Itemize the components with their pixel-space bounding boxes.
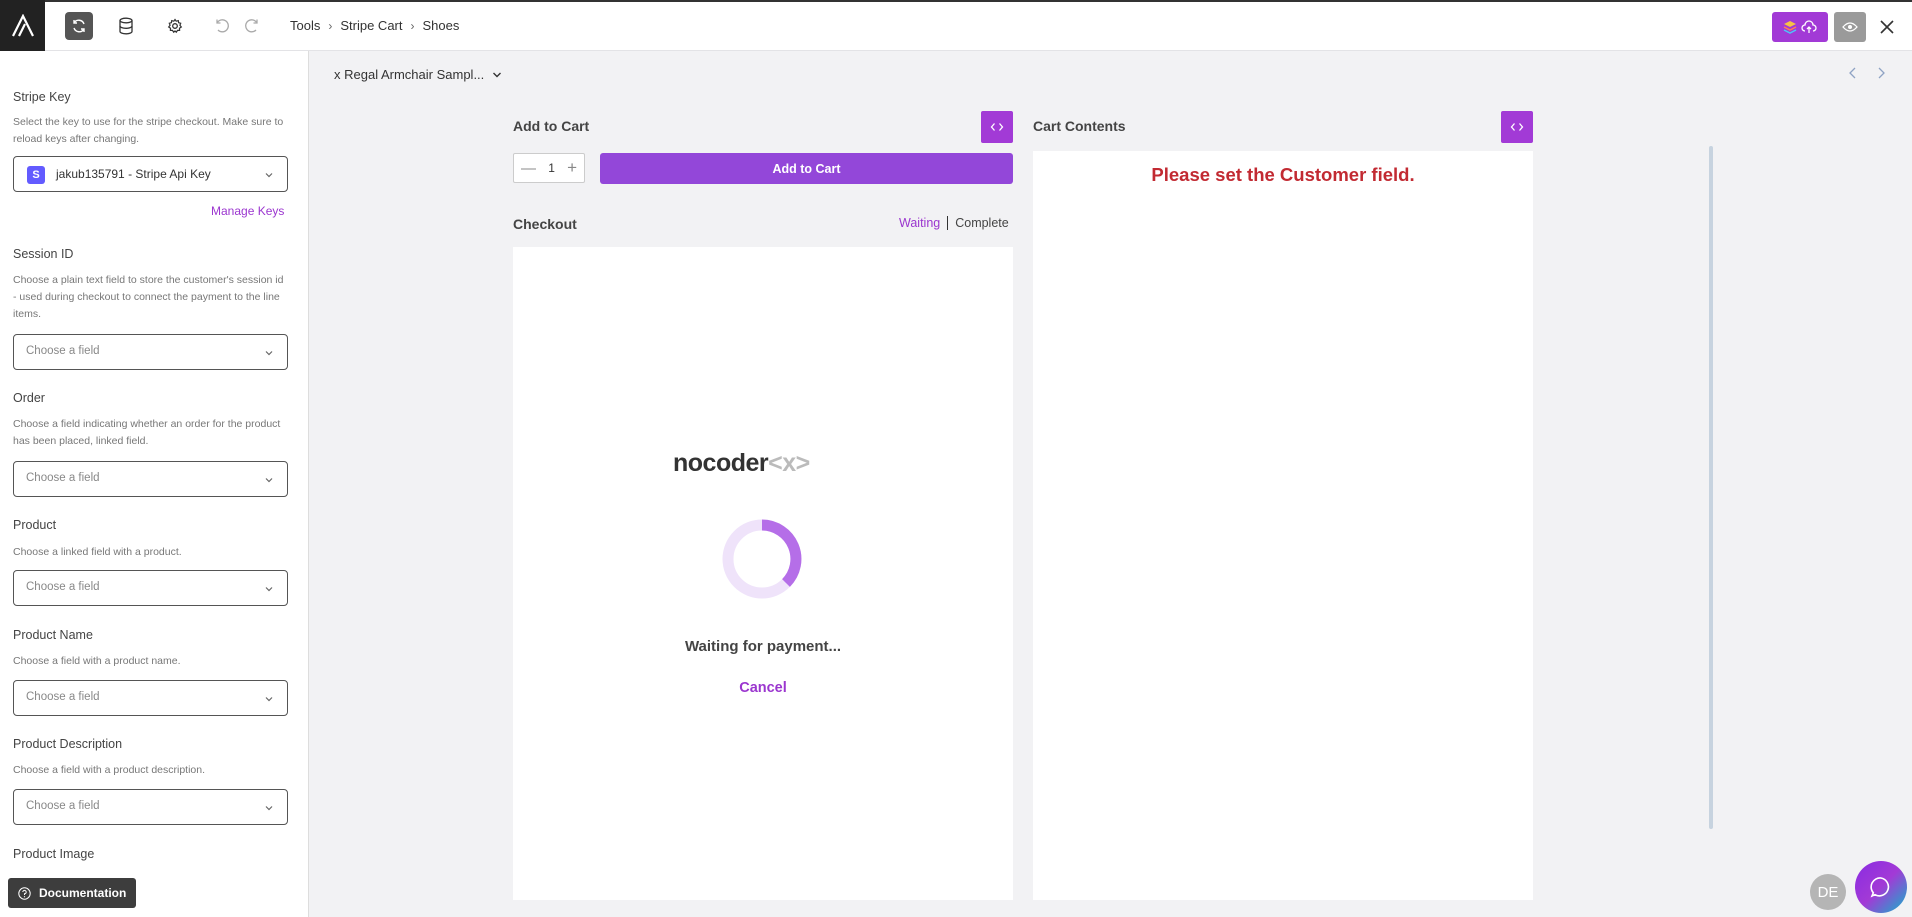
cart-error-message: Please set the Customer field. [1151, 164, 1415, 185]
manage-keys-link[interactable]: Manage Keys [211, 204, 284, 218]
order-select[interactable]: Choose a field [13, 461, 288, 497]
quantity-value: 1 [548, 161, 555, 175]
order-placeholder: Choose a field [26, 472, 100, 484]
settings-sidebar: Stripe Key Select the key to use for the… [0, 51, 309, 917]
chat-button[interactable] [1855, 861, 1907, 913]
product-name-placeholder: Choose a field [26, 691, 100, 703]
chevron-down-icon [493, 72, 502, 77]
app-logo[interactable] [0, 0, 45, 52]
product-description-description: Choose a field with a product descriptio… [13, 764, 206, 776]
chevron-right-icon: › [410, 18, 415, 33]
main-scrollbar[interactable] [1709, 146, 1713, 829]
record-selector[interactable]: x Regal Armchair Sampl... [334, 67, 502, 82]
product-name-label: Product Name [13, 628, 93, 642]
stripe-key-select[interactable]: S jakub135791 - Stripe Api Key [13, 156, 288, 192]
stripe-key-description: Select the key to use for the stripe che… [13, 116, 284, 145]
stripe-key-value: jakub135791 - Stripe Api Key [56, 167, 211, 181]
session-id-placeholder: Choose a field [26, 345, 100, 357]
gear-icon [167, 18, 183, 34]
cart-contents-code-button[interactable] [1501, 111, 1533, 143]
breadcrumb: Tools › Stripe Cart › Shoes [290, 18, 459, 33]
breadcrumb-stripe-cart[interactable]: Stripe Cart [340, 18, 402, 33]
checkout-title: Checkout [513, 216, 577, 232]
product-select[interactable]: Choose a field [13, 570, 288, 606]
settings-button[interactable] [161, 12, 189, 40]
nocoder-mark: <x> [768, 449, 810, 477]
add-to-cart-title: Add to Cart [513, 118, 590, 134]
chevron-down-icon [265, 806, 273, 811]
nocoder-wordmark: nocoder [673, 449, 769, 477]
order-description: Choose a field indicating whether an ord… [13, 418, 281, 447]
checkout-panel: nocoder<x> Waiting for payment... Cancel [513, 247, 1013, 900]
chevron-down-icon [265, 587, 273, 592]
help-icon [18, 886, 31, 900]
top-bar: Tools › Stripe Cart › Shoes [0, 0, 1912, 52]
documentation-button[interactable]: Documentation [8, 878, 136, 908]
close-icon[interactable] [1878, 18, 1896, 36]
product-description-placeholder: Choose a field [26, 800, 100, 812]
tab-waiting[interactable]: Waiting [899, 216, 949, 230]
breadcrumb-tools[interactable]: Tools [290, 18, 320, 33]
product-image-label: Product Image [13, 847, 95, 861]
chevron-down-icon [265, 478, 273, 483]
chevron-right-icon: › [328, 18, 333, 33]
minus-icon[interactable]: — [521, 160, 536, 177]
redo-button[interactable] [238, 12, 266, 40]
logo-icon [11, 14, 34, 37]
cloud-upload-icon [1801, 20, 1817, 33]
tab-complete[interactable]: Complete [948, 216, 1009, 230]
code-icon [1510, 123, 1524, 131]
product-description: Choose a linked field with a product. [13, 546, 182, 558]
code-icon [990, 123, 1004, 131]
product-name-description: Choose a field with a product name. [13, 655, 181, 667]
session-id-label: Session ID [13, 247, 74, 261]
product-name-select[interactable]: Choose a field [13, 680, 288, 716]
chevron-down-icon [265, 351, 273, 356]
order-label: Order [13, 391, 45, 405]
session-id-select[interactable]: Choose a field [13, 334, 288, 370]
documentation-label: Documentation [39, 886, 127, 900]
stripe-key-label: Stripe Key [13, 90, 71, 104]
breadcrumb-shoes[interactable]: Shoes [423, 18, 460, 33]
record-selector-value: x Regal Armchair Sampl... [334, 67, 485, 82]
database-icon [119, 17, 133, 35]
eye-icon [1842, 22, 1858, 32]
product-label: Product [13, 518, 57, 532]
chat-icon [1870, 877, 1890, 898]
session-id-description: Choose a plain text field to store the c… [13, 274, 284, 320]
cart-contents-title: Cart Contents [1033, 118, 1126, 134]
previous-record-icon[interactable] [1846, 66, 1860, 80]
stack-icon [1783, 21, 1797, 34]
refresh-icon [73, 19, 85, 33]
add-to-cart-code-button[interactable] [981, 111, 1013, 143]
add-to-cart-button[interactable]: Add to Cart [600, 153, 1013, 184]
quantity-stepper[interactable]: — 1 + [513, 153, 585, 183]
preview-button[interactable] [1834, 12, 1866, 42]
product-description-select[interactable]: Choose a field [13, 789, 288, 825]
payment-status-text: Waiting for payment... [684, 638, 842, 655]
cancel-payment-link[interactable]: Cancel [513, 680, 1013, 696]
chevron-down-icon [265, 173, 273, 178]
product-description-label: Product Description [13, 737, 123, 751]
redo-icon [245, 19, 258, 33]
undo-button[interactable] [208, 12, 236, 40]
cart-contents-panel: Please set the Customer field. [1033, 151, 1533, 900]
checkout-tabs: Waiting Complete [899, 216, 1009, 230]
nocoder-logo: nocoder<x> [673, 449, 810, 478]
avatar[interactable]: DE [1810, 874, 1846, 910]
plus-icon[interactable]: + [567, 158, 577, 178]
loading-spinner-icon [722, 519, 802, 599]
database-button[interactable] [112, 12, 140, 40]
next-record-icon[interactable] [1874, 66, 1888, 80]
product-placeholder: Choose a field [26, 581, 100, 593]
refresh-button[interactable] [65, 12, 93, 40]
undo-icon [216, 19, 229, 33]
chevron-down-icon [265, 697, 273, 702]
stripe-logo-icon: S [27, 166, 45, 184]
publish-button[interactable] [1772, 12, 1828, 42]
